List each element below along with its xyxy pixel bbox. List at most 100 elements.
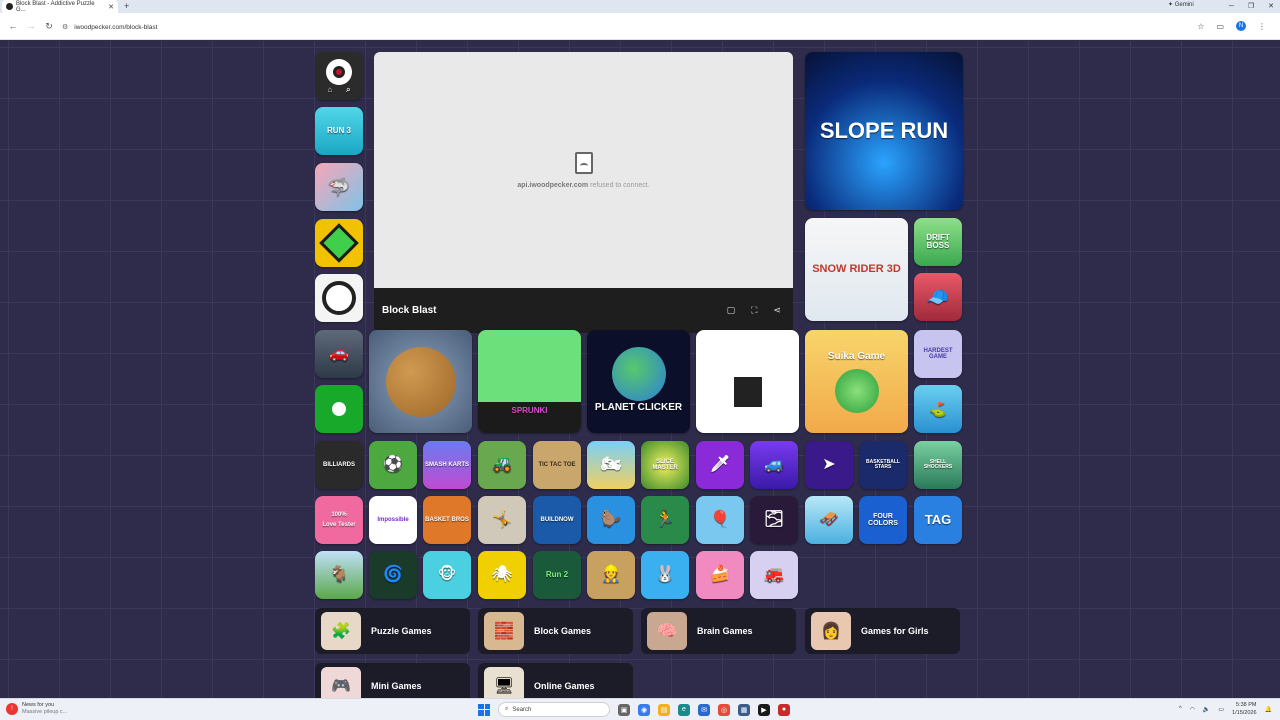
game-tile-hydrant[interactable]: 🚒 (750, 551, 798, 599)
app-icon[interactable]: ● (778, 703, 790, 716)
new-tab-button[interactable]: + (124, 0, 129, 12)
game-tile-sand-road[interactable]: 🍰 (696, 551, 744, 599)
windows-start-icon[interactable] (478, 703, 490, 716)
file-explorer-icon[interactable]: ▤ (658, 703, 670, 716)
category-puzzle-games[interactable]: 🧩 Puzzle Games (315, 608, 470, 654)
game-tile-harvest[interactable]: 🚜 (478, 441, 526, 489)
category-games-for-girls[interactable]: 👩 Games for Girls (805, 608, 960, 654)
game-tile-cars[interactable]: 🚗 (315, 330, 363, 378)
news-widget[interactable]: ! News for you Massive pileup c... (6, 702, 67, 716)
tray-chevron-icon[interactable]: ^ (1179, 706, 1182, 712)
game-tile-shell-shockers[interactable]: SHELL SHOCKERS (914, 441, 962, 489)
edge-icon[interactable]: e (678, 703, 690, 716)
game-tile-subway[interactable]: 🧢 (914, 273, 962, 321)
volume-icon[interactable]: 🔈 (1203, 706, 1210, 713)
category-online-games[interactable]: 🖥 Online Games (478, 663, 633, 698)
game-tile-monster-truck[interactable]: 🚙 (750, 441, 798, 489)
game-tile-spider[interactable]: 🕷 (478, 551, 526, 599)
share-icon[interactable]: ⋖ (773, 305, 781, 316)
game-tile-run3[interactable]: RUN 3 (315, 107, 363, 155)
game-tile-sword[interactable]: 🗡 (696, 441, 744, 489)
game-iframe[interactable]: api.iwoodpecker.com refused to connect. (374, 52, 793, 288)
game-tile-hardest-game[interactable]: HARDEST GAME (914, 330, 962, 378)
game-tile-sprunki[interactable]: SPRUNKI (478, 330, 581, 433)
game-tile-ball[interactable] (315, 385, 363, 433)
category-mini-games[interactable]: 🎮 Mini Games (315, 663, 470, 698)
game-tile-goat[interactable]: 🐐 (315, 551, 363, 599)
search-icon[interactable]: ⌕ (344, 84, 352, 96)
side-panel-icon[interactable]: ▭ (1216, 22, 1224, 31)
forward-icon[interactable]: → (26, 21, 36, 31)
game-tile-runner[interactable]: 🏃 (641, 496, 689, 544)
game-tile-soccer[interactable]: ⚽ (369, 441, 417, 489)
game-tile-impossible[interactable]: Impossible (369, 496, 417, 544)
game-tile-buildnow[interactable]: BUILDNOW (533, 496, 581, 544)
game-tile-drift-boss[interactable]: DRIFT BOSS (914, 218, 962, 266)
window-controls: ─ ❐ ✕ (1229, 0, 1274, 13)
game-tile-four-colors[interactable]: FOUR COLORS (859, 496, 907, 544)
game-tile-planet-clicker[interactable]: PLANET CLICKER (587, 330, 690, 433)
task-view-icon[interactable]: ▣ (618, 703, 630, 716)
game-tile-love-tester[interactable]: 100% Love Tester (315, 496, 363, 544)
game-tile-snow-rider[interactable]: SNOW RIDER 3D (805, 218, 908, 321)
game-tile-slice-master[interactable]: SLICE MASTER (641, 441, 689, 489)
theater-mode-icon[interactable]: ▢ (727, 305, 736, 316)
minimize-icon[interactable]: ─ (1229, 0, 1234, 13)
gemini-button[interactable]: ✦ Gemini (1168, 1, 1194, 8)
game-tile-dark-game[interactable]: 🌫 (750, 496, 798, 544)
restore-icon[interactable]: ❐ (1248, 0, 1254, 13)
game-tile-cookie-clicker[interactable] (369, 330, 472, 433)
search-icon: ⌕ (505, 706, 509, 712)
home-icon[interactable]: ⌂ (325, 84, 334, 96)
game-tile-slope-run[interactable]: SLOPE RUN (805, 52, 963, 210)
reload-icon[interactable]: ↻ (44, 21, 54, 32)
game-tile-run2[interactable]: Run 2 (533, 551, 581, 599)
mail-icon[interactable]: ✉ (698, 703, 710, 716)
brain-icon: 🧠 (647, 612, 687, 650)
notification-bell-icon[interactable]: 🔔 (1265, 706, 1272, 713)
game-tile-miner[interactable]: 👷 (587, 551, 635, 599)
game-tile-slope-track[interactable]: 🌀 (369, 551, 417, 599)
game-tile-bloons[interactable]: 🎈 (696, 496, 744, 544)
game-tile-dino[interactable] (696, 330, 799, 433)
network-icon[interactable]: ◠ (1190, 706, 1195, 713)
game-tile-basketball-stars[interactable]: BASKETBALL STARS (859, 441, 907, 489)
site-info-icon[interactable]: ⚙ (62, 23, 68, 31)
taskbar-search-box[interactable]: ⌕ Search (498, 702, 610, 717)
game-tile-smash-karts[interactable]: SMASH KARTS (423, 441, 471, 489)
game-tile-moto[interactable]: 🏍 (587, 441, 635, 489)
chrome-icon[interactable]: ◎ (718, 703, 730, 716)
game-tile-basket-bros[interactable]: BASKET BROS (423, 496, 471, 544)
game-tile-ragdoll[interactable]: 🤸 (478, 496, 526, 544)
profile-avatar[interactable]: N (1236, 21, 1246, 31)
url-field[interactable]: ⚙ iwoodpecker.com/block-blast (56, 20, 1206, 34)
copilot-icon[interactable]: ◉ (638, 703, 650, 716)
game-tile-monkey[interactable]: 🐵 (423, 551, 471, 599)
close-tab-icon[interactable]: ✕ (108, 3, 114, 11)
site-logo-tile[interactable]: ⌂ ⌕ (315, 52, 363, 100)
game-tile-billiards[interactable]: BILLIARDS (315, 441, 363, 489)
terminal-icon[interactable]: ▶ (758, 703, 770, 716)
close-window-icon[interactable]: ✕ (1268, 0, 1274, 13)
store-icon[interactable]: ▦ (738, 703, 750, 716)
game-tile-geometry[interactable] (315, 219, 363, 267)
game-tile-shark[interactable]: 🦈 (315, 163, 363, 211)
game-tile-snow-kart[interactable]: 🛷 (805, 496, 853, 544)
game-tile-arrow[interactable]: ➤ (805, 441, 853, 489)
game-tile-suika[interactable]: Suika Game (805, 330, 908, 433)
game-tile-bunny[interactable]: 🐰 (641, 551, 689, 599)
category-brain-games[interactable]: 🧠 Brain Games (641, 608, 796, 654)
clock[interactable]: 5:38 PM 1/15/2026 (1232, 701, 1256, 717)
bookmark-star-icon[interactable]: ☆ (1197, 22, 1204, 31)
battery-icon[interactable]: ▭ (1218, 706, 1224, 713)
game-tile-tag[interactable]: TAG (914, 496, 962, 544)
fullscreen-icon[interactable]: ⛶ (751, 305, 757, 316)
game-tile-tic-tac-toe[interactable]: TIC TAC TOE (533, 441, 581, 489)
game-tile-capybara[interactable]: 🦫 (587, 496, 635, 544)
menu-icon[interactable]: ⋮ (1258, 22, 1266, 31)
game-tile-golf[interactable]: ⛳ (914, 385, 962, 433)
browser-tab[interactable]: Block Blast - Addictive Puzzle G... ✕ (2, 0, 118, 13)
game-tile-stickman[interactable] (315, 274, 363, 322)
back-icon[interactable]: ← (8, 21, 18, 31)
category-block-games[interactable]: 🧱 Block Games (478, 608, 633, 654)
